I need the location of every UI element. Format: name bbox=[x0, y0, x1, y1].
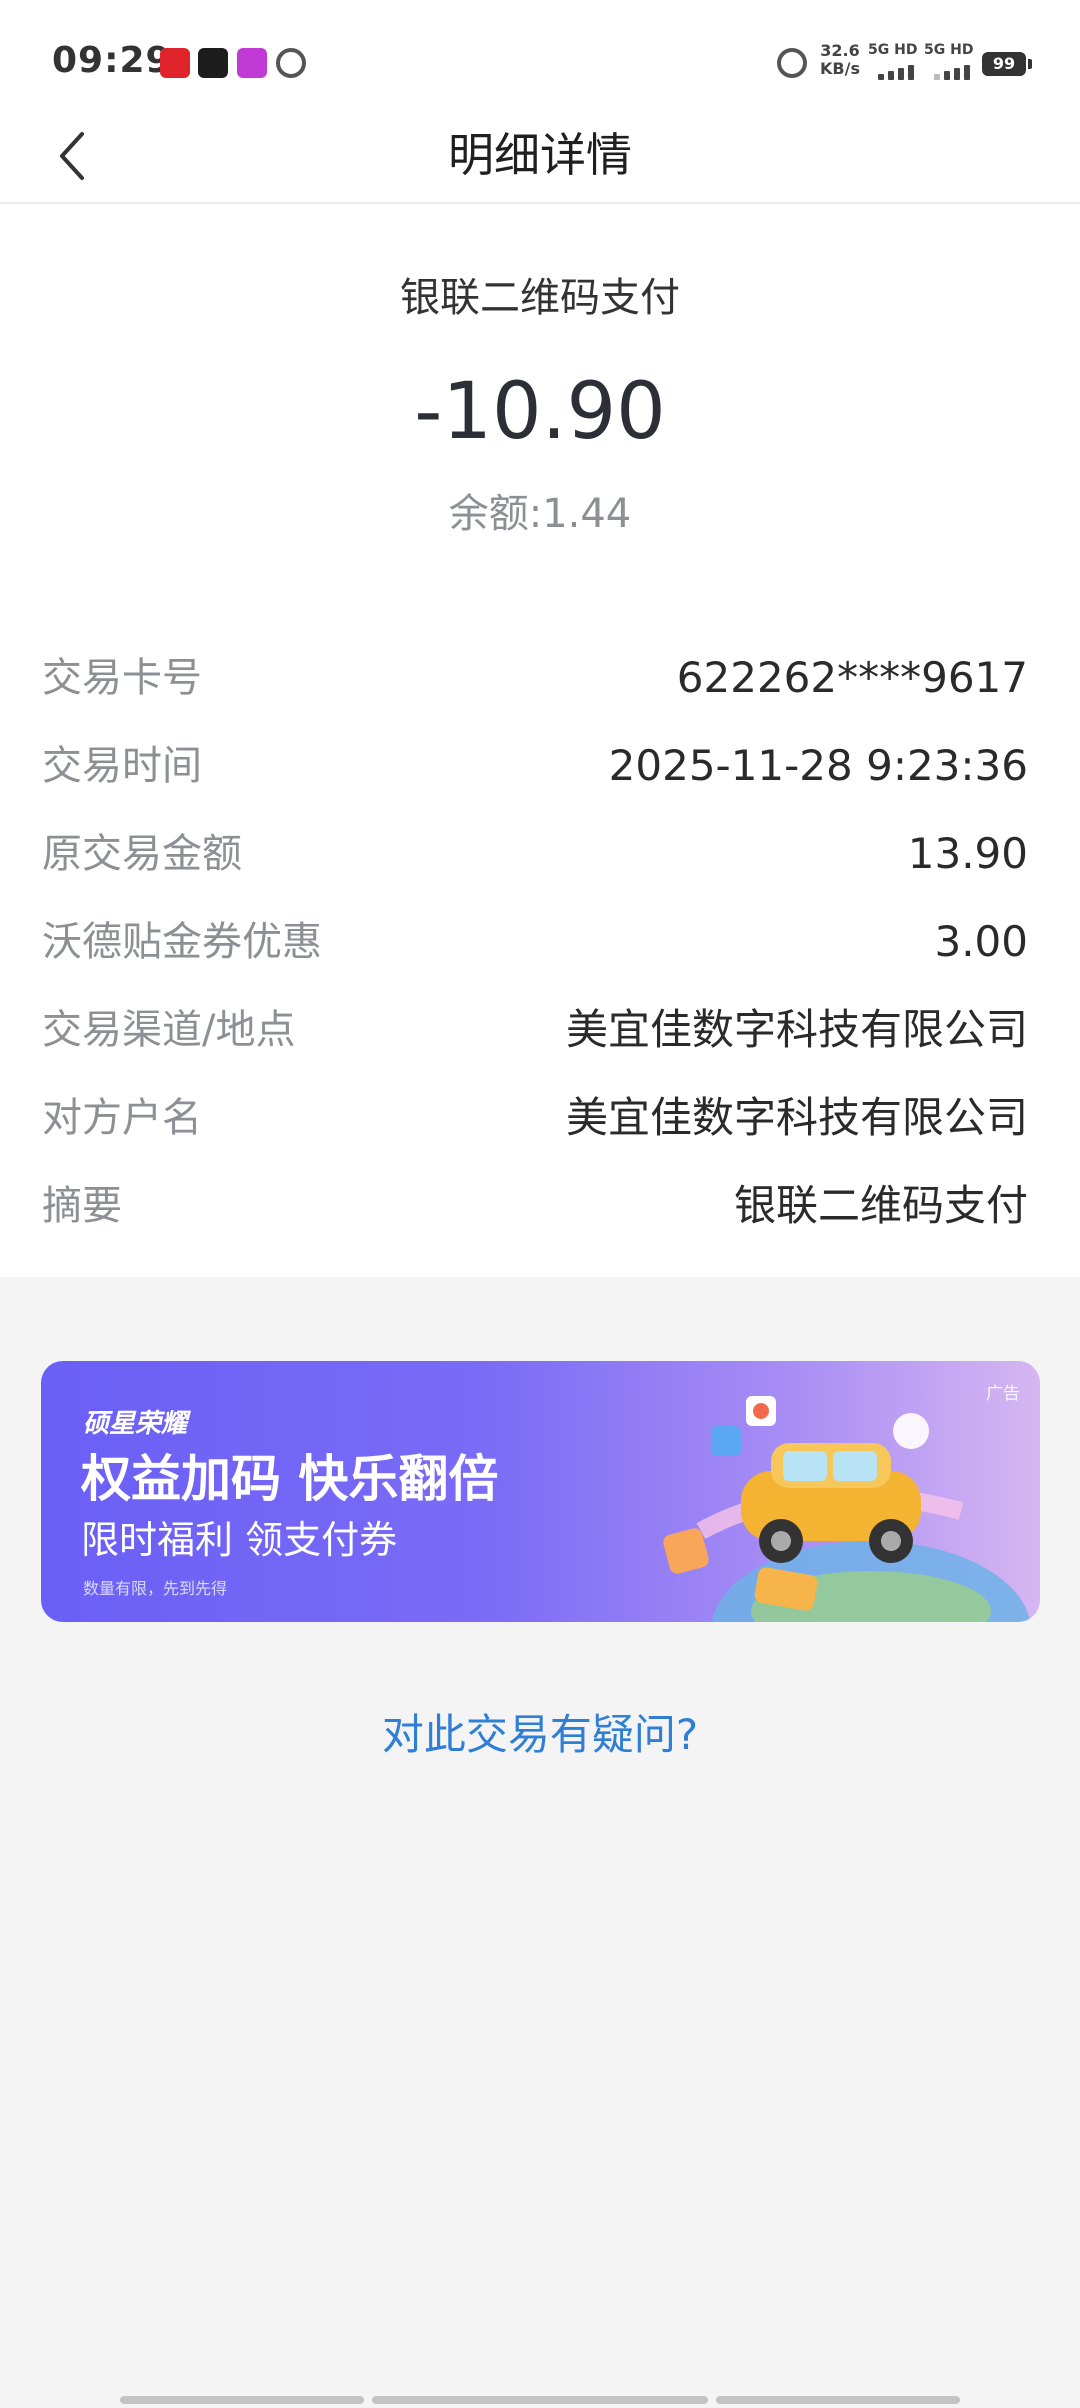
ad-banner[interactable]: 硕星荣耀 权益加码 快乐翻倍 限时福利 领支付券 数量有限，先到先得 广告 bbox=[41, 1361, 1040, 1622]
gesture-bar bbox=[716, 2396, 960, 2404]
detail-label: 交易时间 bbox=[42, 743, 202, 789]
question-link[interactable]: 对此交易有疑问? bbox=[0, 1700, 1080, 1770]
detail-row-time: 交易时间 2025-11-28 9:23:36 bbox=[0, 736, 1080, 824]
signal-icon: 5G HD bbox=[924, 42, 980, 82]
app-notification-icon bbox=[198, 48, 228, 78]
detail-value: 2025-11-28 9:23:36 bbox=[608, 741, 1028, 790]
detail-label: 对方户名 bbox=[42, 1095, 202, 1141]
signal-icon: 5G HD bbox=[868, 42, 924, 82]
detail-row-discount: 沃德贴金券优惠 3.00 bbox=[0, 912, 1080, 1000]
alarm-icon bbox=[777, 48, 807, 78]
gesture-bar bbox=[372, 2396, 708, 2404]
ad-note: 数量有限，先到先得 bbox=[83, 1579, 228, 1598]
detail-value: 13.90 bbox=[907, 829, 1028, 878]
nav-bar: 明细详情 bbox=[0, 110, 1080, 204]
detail-row-channel: 交易渠道/地点 美宜佳数字科技有限公司 bbox=[0, 1000, 1080, 1088]
account-balance: 余额:1.44 bbox=[448, 491, 632, 537]
detail-row-counterparty: 对方户名 美宜佳数字科技有限公司 bbox=[0, 1088, 1080, 1176]
network-speed-value: 32.6 bbox=[820, 41, 860, 60]
detail-value: 银联二维码支付 bbox=[733, 1181, 1028, 1230]
transaction-type: 银联二维码支付 bbox=[400, 275, 680, 321]
detail-row-card-number: 交易卡号 622262****9617 bbox=[0, 648, 1080, 736]
ad-title: 权益加码 快乐翻倍 bbox=[81, 1450, 499, 1508]
car-illustration-icon bbox=[663, 1396, 1031, 1622]
battery-icon: 99 bbox=[982, 52, 1032, 76]
signal-label: 5G HD bbox=[924, 42, 974, 58]
page-title: 明细详情 bbox=[448, 128, 632, 182]
transaction-amount: -10.90 bbox=[414, 367, 666, 457]
detail-row-original-amount: 原交易金额 13.90 bbox=[0, 824, 1080, 912]
gesture-bar bbox=[120, 2396, 364, 2404]
network-speed-unit: KB/s bbox=[820, 59, 860, 78]
detail-label: 原交易金额 bbox=[42, 831, 242, 877]
detail-value: 622262****9617 bbox=[676, 653, 1028, 702]
status-bar: 09:29 32.6 KB/s 5G HD 5G HD 99 bbox=[0, 0, 1080, 110]
ad-brand: 硕星荣耀 bbox=[83, 1409, 188, 1439]
alarm-icon bbox=[276, 48, 306, 78]
detail-value: 美宜佳数字科技有限公司 bbox=[565, 1005, 1028, 1054]
detail-label: 交易渠道/地点 bbox=[42, 1007, 296, 1053]
detail-list: 交易卡号 622262****9617 交易时间 2025-11-28 9:23… bbox=[0, 648, 1080, 1264]
detail-label: 沃德贴金券优惠 bbox=[42, 919, 322, 965]
detail-value: 3.00 bbox=[934, 917, 1028, 966]
detail-label: 交易卡号 bbox=[42, 655, 202, 701]
header-divider bbox=[0, 202, 1080, 204]
ad-subtitle: 限时福利 领支付券 bbox=[81, 1518, 398, 1562]
status-time: 09:29 bbox=[52, 40, 172, 81]
detail-value: 美宜佳数字科技有限公司 bbox=[565, 1093, 1028, 1142]
bank-notification-icon bbox=[237, 48, 267, 78]
detail-label: 摘要 bbox=[42, 1183, 122, 1229]
signal-label: 5G HD bbox=[868, 42, 918, 58]
network-speed: 32.6 KB/s bbox=[815, 42, 865, 78]
app-notification-icon bbox=[160, 48, 190, 78]
detail-row-summary: 摘要 银联二维码支付 bbox=[0, 1176, 1080, 1264]
